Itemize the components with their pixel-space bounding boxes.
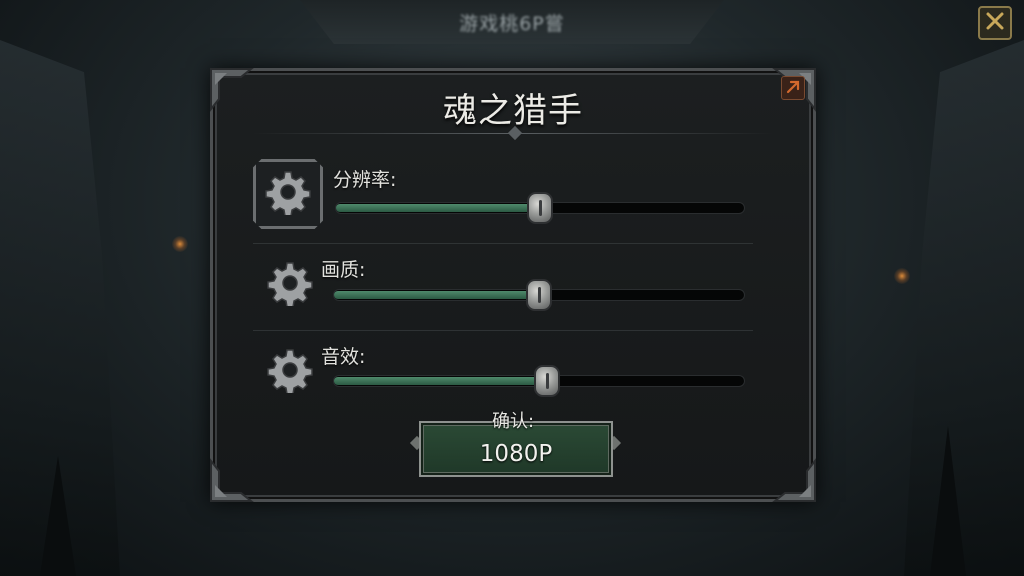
row-divider [253, 243, 753, 244]
resolution-slider-handle[interactable] [527, 192, 553, 224]
quality-slider-handle[interactable] [526, 279, 552, 311]
gear-icon [265, 169, 311, 219]
quality-slider-fill [334, 291, 539, 299]
sound-slider-handle[interactable] [534, 365, 561, 397]
screen-close-button[interactable] [978, 6, 1012, 40]
quality-slider[interactable] [333, 279, 745, 311]
quality-label: 画质: [321, 259, 366, 281]
resolution-slider-fill [336, 204, 540, 212]
top-banner: 游戏桃6P嘗 [300, 0, 724, 44]
background-spike [40, 456, 76, 576]
background-spike [930, 426, 966, 576]
close-icon [985, 11, 1005, 35]
torch-glow [894, 268, 910, 284]
torch-glow [172, 236, 188, 252]
sound-slider[interactable] [333, 365, 745, 397]
settings-dialog: 魂之猎手 分辨率: 画质: 音效: 1080P 确认: [210, 68, 816, 502]
gear-icon-frame [253, 159, 323, 229]
top-banner-text: 游戏桃6P嘗 [459, 12, 565, 35]
row-divider [253, 330, 753, 331]
corner-ornament [207, 457, 255, 505]
gear-icon [267, 347, 313, 393]
resolution-label: 分辨率: [333, 169, 397, 191]
corner-ornament [771, 457, 819, 505]
dialog-title: 魂之猎手 [443, 91, 583, 131]
confirm-label: 确认: [491, 411, 535, 432]
sound-slider-fill [334, 377, 548, 385]
sound-label: 音效: [321, 346, 366, 368]
resolution-slider[interactable] [335, 192, 745, 224]
gear-icon [267, 260, 313, 306]
confirm-resolution-value: 1080P [479, 441, 553, 467]
